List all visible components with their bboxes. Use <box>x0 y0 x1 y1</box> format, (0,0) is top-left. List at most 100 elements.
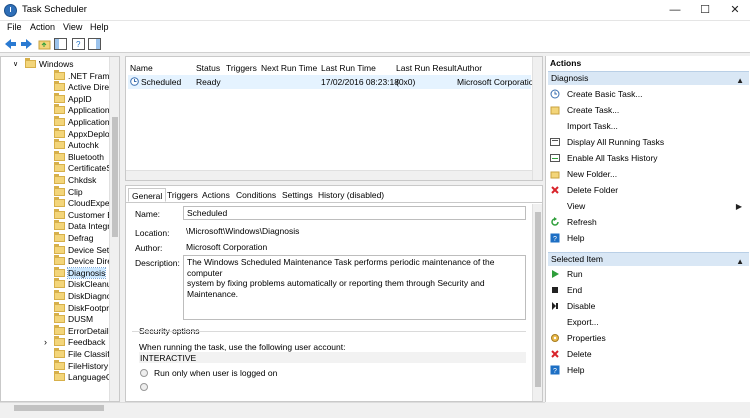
menu-bar: File Action View Help <box>0 21 750 35</box>
refresh-icon <box>550 217 560 227</box>
list-vertical-scrollbar[interactable] <box>532 57 542 180</box>
tree-vertical-scrollbar[interactable] <box>109 57 119 401</box>
section-diagnosis[interactable]: Diagnosis ▲ <box>548 71 749 85</box>
tree-item[interactable]: CloudExper <box>54 197 112 210</box>
tree-item[interactable]: ErrorDetails <box>54 324 113 338</box>
action-run[interactable]: Run <box>550 268 747 281</box>
action-create-task[interactable]: Create Task... <box>550 104 747 117</box>
name-field[interactable]: Scheduled <box>183 206 526 220</box>
action-properties[interactable]: Properties <box>550 332 747 345</box>
action-view[interactable]: View ▶ <box>550 200 747 213</box>
column-header-last-run-time[interactable]: Last Run Time <box>321 63 376 73</box>
tree-item[interactable]: Device Setu <box>54 243 114 257</box>
scrollbar-thumb[interactable] <box>535 212 541 387</box>
show-hide-console-tree-icon[interactable] <box>54 38 67 50</box>
tree-item[interactable]: Customer E <box>54 208 113 222</box>
chevron-up-icon[interactable]: ▲ <box>736 74 744 87</box>
show-hide-action-pane-icon[interactable] <box>88 38 101 50</box>
menu-action[interactable]: Action <box>30 22 55 32</box>
horizontal-scrollbar[interactable] <box>0 402 545 412</box>
tab-divider <box>126 202 542 203</box>
action-display-all-running-tasks[interactable]: Display All Running Tasks <box>550 136 747 149</box>
tree-item[interactable]: Device Direc <box>54 255 116 268</box>
action-refresh[interactable]: Refresh <box>550 216 747 229</box>
tree-item[interactable]: DiskFootpri <box>54 301 111 315</box>
menu-view[interactable]: View <box>63 22 82 32</box>
tree-item[interactable]: ∨ Windows <box>13 58 73 71</box>
scrollbar-thumb[interactable] <box>112 117 118 237</box>
radio-button-2[interactable] <box>140 383 148 391</box>
tab-settings[interactable]: Settings <box>279 188 316 202</box>
column-header-next-run-time[interactable]: Next Run Time <box>261 63 317 73</box>
tree-item[interactable]: CertificateS <box>54 162 112 175</box>
forward-arrow-icon[interactable] <box>20 38 33 50</box>
action-label: Create Basic Task... <box>567 89 643 99</box>
action-import-task[interactable]: Import Task... <box>550 120 747 133</box>
help-icon: ? <box>550 365 560 375</box>
action-delete[interactable]: Delete <box>550 348 747 361</box>
tree-item[interactable]: Defrag <box>54 232 94 245</box>
menu-file[interactable]: File <box>7 22 22 32</box>
up-folder-icon[interactable] <box>38 38 51 50</box>
action-help[interactable]: ? Help <box>550 232 747 245</box>
tree-item[interactable]: Data Integri <box>54 220 112 233</box>
tree-item[interactable]: Active Direc <box>54 81 113 94</box>
maximize-button[interactable]: ☐ <box>690 0 720 21</box>
tree-item[interactable]: Diagnosis <box>54 266 107 280</box>
action-export[interactable]: Export... <box>550 316 747 329</box>
tree-item[interactable]: Bluetooth <box>54 150 104 164</box>
tab-actions[interactable]: Actions <box>199 188 233 202</box>
list-horizontal-scrollbar[interactable] <box>126 170 532 180</box>
tree-item[interactable]: Chkdsk <box>54 174 96 187</box>
column-header-triggers[interactable]: Triggers <box>226 63 257 73</box>
task-list[interactable]: Name Status Triggers Next Run Time Last … <box>125 56 543 181</box>
tree-item[interactable]: FileHistory <box>54 359 108 373</box>
column-header-last-run-result[interactable]: Last Run Result <box>396 63 456 73</box>
action-disable[interactable]: Disable <box>550 300 747 313</box>
radio-button[interactable] <box>140 369 148 377</box>
tree-item-label: CertificateS <box>68 163 112 174</box>
tab-general[interactable]: General <box>128 188 167 202</box>
tree-item[interactable]: DiskCleanu <box>54 278 111 291</box>
tree-item[interactable]: AppID <box>54 92 92 106</box>
column-header-status[interactable]: Status <box>196 63 220 73</box>
action-delete-folder[interactable]: Delete Folder <box>550 184 747 197</box>
scrollbar-thumb[interactable] <box>14 405 104 411</box>
column-header-author[interactable]: Author <box>457 63 482 73</box>
action-end[interactable]: End <box>550 284 747 297</box>
tree-item[interactable]: .NET Frame <box>54 69 114 83</box>
tab-conditions[interactable]: Conditions <box>233 188 279 202</box>
description-field[interactable]: The Windows Scheduled Maintenance Task p… <box>183 255 526 320</box>
create-task-icon <box>550 105 560 115</box>
run-only-logged-on-radio[interactable]: Run only when user is logged on <box>140 368 277 378</box>
help-topics-icon[interactable]: ? <box>72 38 85 50</box>
tree-item[interactable]: LanguageC <box>54 371 112 384</box>
tree-item[interactable]: File Classifi <box>54 348 111 361</box>
minimize-button[interactable]: — <box>660 0 690 21</box>
collapse-chevron-icon[interactable]: › <box>44 337 47 349</box>
tree-item[interactable]: Autochk <box>54 139 99 152</box>
section-selected-item[interactable]: Selected Item ▲ <box>548 252 749 266</box>
close-button[interactable]: ✕ <box>720 0 750 21</box>
action-help[interactable]: ? Help <box>550 364 747 377</box>
toolbar: ? <box>0 35 750 53</box>
tab-history[interactable]: History (disabled) <box>315 188 387 202</box>
tree-item[interactable]: DiskDiagno <box>54 290 111 303</box>
action-enable-all-tasks-history[interactable]: Enable All Tasks History <box>550 152 747 165</box>
expand-chevron-icon[interactable]: ∨ <box>13 59 18 71</box>
back-arrow-icon[interactable] <box>4 38 17 50</box>
tree-item[interactable]: AppxDeploy <box>54 127 114 141</box>
chevron-up-icon[interactable]: ▲ <box>736 255 744 268</box>
details-vertical-scrollbar[interactable] <box>532 204 542 401</box>
menu-help[interactable]: Help <box>90 22 109 32</box>
tree-item[interactable]: Application <box>54 116 110 129</box>
console-tree[interactable]: ∨ Windows .NET Frame Active Direc AppID Appli… <box>0 56 120 402</box>
tree-item[interactable]: Application <box>54 104 110 117</box>
action-new-folder[interactable]: New Folder... <box>550 168 747 181</box>
tree-item[interactable]: › Feedback <box>44 336 105 349</box>
tab-triggers[interactable]: Triggers <box>164 188 201 202</box>
action-create-basic-task[interactable]: Create Basic Task... <box>550 88 747 101</box>
column-header-name[interactable]: Name <box>130 63 153 73</box>
tree-item[interactable]: DUSM <box>54 313 93 326</box>
tree-item-label: Diagnosis <box>66 266 107 279</box>
